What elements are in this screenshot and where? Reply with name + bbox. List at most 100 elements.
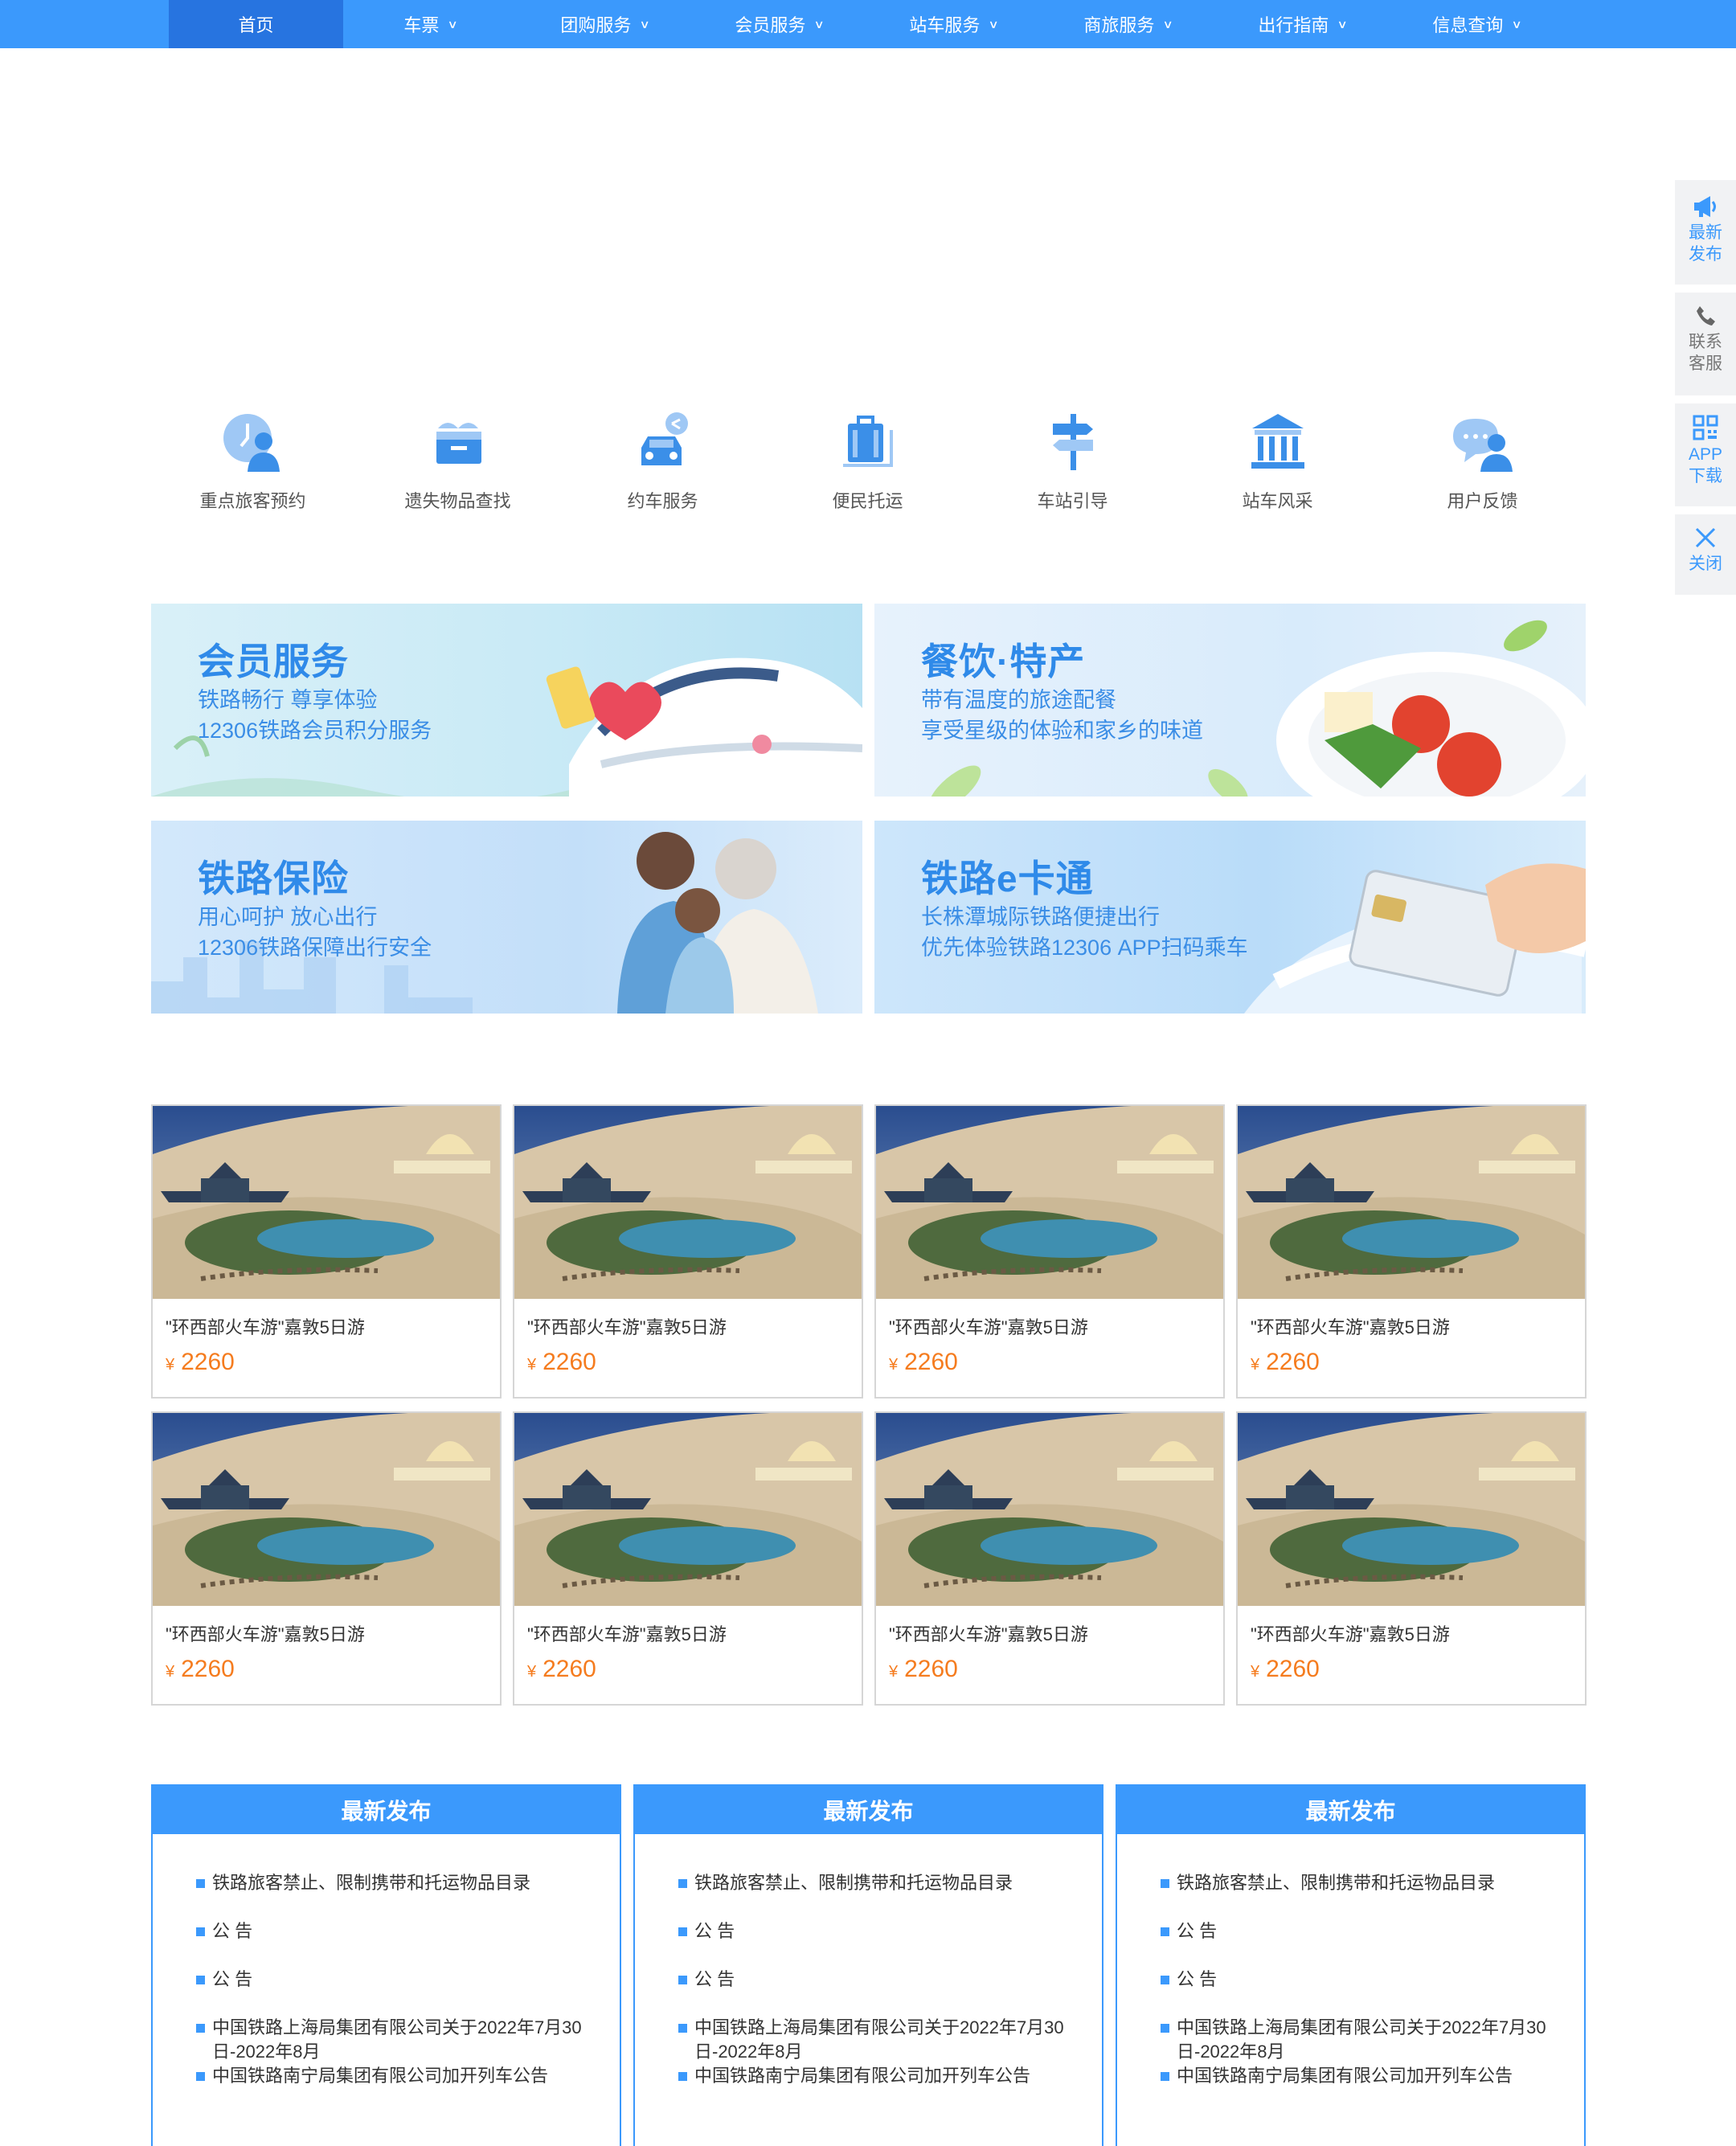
product-price: ¥2260 xyxy=(1251,1656,1320,1683)
price-value: 2260 xyxy=(1266,1349,1320,1375)
news-item[interactable]: 中国铁路上海局集团有限公司关于2022年7月30日-2022年8月 xyxy=(678,2016,1070,2064)
news-panel-header: 最新发布 xyxy=(635,1786,1102,1834)
service-passenger-reservation[interactable]: 重点旅客预约 xyxy=(150,406,355,513)
news-panel: 最新发布 铁路旅客禁止、限制携带和托运物品目录公 告公 告中国铁路上海局集团有限公… xyxy=(1116,1784,1586,2146)
currency-symbol: ¥ xyxy=(166,1663,175,1681)
nav-item-label: 出行指南 xyxy=(1258,15,1329,35)
product-card[interactable]: "环西部火车游"嘉敦5日游 ¥2260 xyxy=(513,1104,863,1399)
banner-member-service[interactable]: 会员服务 铁路畅行 尊享体验 12306铁路会员积分服务 xyxy=(151,604,862,797)
nav-item-guide[interactable]: 出行指南 ∨ xyxy=(1215,0,1390,48)
clock-person-icon xyxy=(223,414,280,472)
car-share-icon xyxy=(641,412,688,465)
product-card[interactable]: "环西部火车游"嘉敦5日游 ¥2260 xyxy=(151,1104,502,1399)
side-latest-button[interactable]: 最新 发布 xyxy=(1675,180,1736,285)
service-station-guide[interactable]: 车站引导 xyxy=(970,406,1175,513)
nav-item-info[interactable]: 信息查询 ∨ xyxy=(1390,0,1564,48)
news-list: 铁路旅客禁止、限制携带和托运物品目录公 告公 告中国铁路上海局集团有限公司关于2… xyxy=(153,1834,620,2088)
product-price: ¥2260 xyxy=(166,1349,235,1376)
product-image xyxy=(876,1413,1223,1606)
product-title: "环西部火车游"嘉敦5日游 xyxy=(166,1317,365,1337)
lost-box-icon xyxy=(436,423,481,464)
service-label: 遗失物品查找 xyxy=(404,491,511,511)
product-price: ¥2260 xyxy=(889,1656,958,1683)
banner-title: 铁路保险 xyxy=(198,858,349,899)
side-app-line2: 下载 xyxy=(1689,467,1722,485)
news-item[interactable]: 公 告 xyxy=(196,1968,588,1992)
service-car-booking[interactable]: 约车服务 xyxy=(560,406,765,513)
currency-symbol: ¥ xyxy=(527,1663,537,1681)
banner-insurance[interactable]: 铁路保险 用心呵护 放心出行 12306铁路保障出行安全 xyxy=(151,821,862,1014)
news-item[interactable]: 中国铁路南宁局集团有限公司加开列车公告 xyxy=(678,2064,1070,2088)
news-item[interactable]: 公 告 xyxy=(1161,1968,1552,1992)
service-label: 重点旅客预约 xyxy=(199,491,306,511)
service-label: 约车服务 xyxy=(627,491,698,511)
currency-symbol: ¥ xyxy=(1251,1356,1260,1374)
banner-line: 享受星级的体验和家乡的味道 xyxy=(921,719,1203,743)
news-item[interactable]: 铁路旅客禁止、限制携带和托运物品目录 xyxy=(196,1871,588,1895)
nav-item-group-buy[interactable]: 团购服务 ∨ xyxy=(518,0,692,48)
currency-symbol: ¥ xyxy=(166,1356,175,1374)
currency-symbol: ¥ xyxy=(889,1356,899,1374)
nav-item-tickets[interactable]: 车票 ∨ xyxy=(343,0,518,48)
product-price: ¥2260 xyxy=(527,1656,596,1683)
banner-e-card[interactable]: 铁路e卡通 长株潭城际铁路便捷出行 优先体验铁路12306 APP扫码乘车 xyxy=(874,821,1586,1014)
nav-item-member[interactable]: 会员服务 ∨ xyxy=(692,0,866,48)
banner-line: 用心呵护 放心出行 xyxy=(198,905,378,929)
side-service-line2: 客服 xyxy=(1689,354,1722,373)
side-service-line1: 联系 xyxy=(1689,333,1722,351)
news-item[interactable]: 中国铁路上海局集团有限公司关于2022年7月30日-2022年8月 xyxy=(1161,2016,1552,2064)
service-station-style[interactable]: 站车风采 xyxy=(1175,406,1380,513)
product-card[interactable]: "环西部火车游"嘉敦5日游 ¥2260 xyxy=(151,1411,502,1706)
banner-line: 铁路畅行 尊享体验 xyxy=(198,688,378,712)
chevron-down-icon: ∨ xyxy=(988,17,1000,31)
news-item[interactable]: 铁路旅客禁止、限制携带和托运物品目录 xyxy=(1161,1871,1552,1895)
product-image xyxy=(1238,1106,1585,1299)
product-card[interactable]: "环西部火车游"嘉敦5日游 ¥2260 xyxy=(1236,1104,1587,1399)
side-close-button[interactable]: 关闭 xyxy=(1675,514,1736,595)
news-item[interactable]: 中国铁路南宁局集团有限公司加开列车公告 xyxy=(196,2064,588,2088)
news-item[interactable]: 公 告 xyxy=(678,1968,1070,1992)
product-card[interactable]: "环西部火车游"嘉敦5日游 ¥2260 xyxy=(874,1104,1225,1399)
phone-icon xyxy=(1697,306,1715,326)
news-list: 铁路旅客禁止、限制携带和托运物品目录公 告公 告中国铁路上海局集团有限公司关于2… xyxy=(635,1834,1102,2088)
chevron-down-icon: ∨ xyxy=(813,17,825,31)
service-consignment[interactable]: 便民托运 xyxy=(765,406,970,513)
banner-title: 餐饮·特产 xyxy=(921,641,1086,682)
nav-item-home[interactable]: 首页 xyxy=(169,0,343,48)
side-latest-line2: 发布 xyxy=(1689,245,1722,264)
chevron-down-icon: ∨ xyxy=(1162,17,1174,31)
news-item[interactable]: 铁路旅客禁止、限制携带和托运物品目录 xyxy=(678,1871,1070,1895)
nav-item-label: 站车服务 xyxy=(909,15,981,35)
service-feedback[interactable]: 用户反馈 xyxy=(1380,406,1585,513)
news-item[interactable]: 公 告 xyxy=(678,1919,1070,1943)
side-app-button[interactable]: APP 下载 xyxy=(1675,403,1736,506)
product-card[interactable]: "环西部火车游"嘉敦5日游 ¥2260 xyxy=(1236,1411,1587,1706)
service-label: 车站引导 xyxy=(1037,491,1108,511)
side-latest-line1: 最新 xyxy=(1689,223,1722,242)
price-value: 2260 xyxy=(1266,1656,1320,1682)
service-lost-found[interactable]: 遗失物品查找 xyxy=(355,406,560,513)
news-item[interactable]: 中国铁路上海局集团有限公司关于2022年7月30日-2022年8月 xyxy=(196,2016,588,2064)
side-service-button[interactable]: 联系 客服 xyxy=(1675,293,1736,395)
nav-item-business[interactable]: 商旅服务 ∨ xyxy=(1041,0,1215,48)
product-image xyxy=(1238,1413,1585,1606)
signpost-icon xyxy=(1052,414,1093,470)
side-close-label: 关闭 xyxy=(1689,555,1722,573)
nav-item-station[interactable]: 站车服务 ∨ xyxy=(866,0,1041,48)
close-icon xyxy=(1695,527,1716,548)
banner-title: 会员服务 xyxy=(198,641,349,682)
nav-item-label: 车票 xyxy=(403,15,440,35)
service-label: 用户反馈 xyxy=(1447,491,1518,511)
banner-title: 铁路e卡通 xyxy=(921,858,1094,899)
product-card[interactable]: "环西部火车游"嘉敦5日游 ¥2260 xyxy=(513,1411,863,1706)
news-item[interactable]: 公 告 xyxy=(1161,1919,1552,1943)
currency-symbol: ¥ xyxy=(527,1356,537,1374)
news-item[interactable]: 公 告 xyxy=(196,1919,588,1943)
product-card[interactable]: "环西部火车游"嘉敦5日游 ¥2260 xyxy=(874,1411,1225,1706)
news-item[interactable]: 中国铁路南宁局集团有限公司加开列车公告 xyxy=(1161,2064,1552,2088)
price-value: 2260 xyxy=(181,1349,235,1375)
banner-catering[interactable]: 餐饮·特产 带有温度的旅途配餐 享受星级的体验和家乡的味道 xyxy=(874,604,1586,797)
chat-person-icon xyxy=(1452,419,1513,472)
product-title: "环西部火车游"嘉敦5日游 xyxy=(1251,1317,1450,1337)
service-label: 站车风采 xyxy=(1242,491,1313,511)
